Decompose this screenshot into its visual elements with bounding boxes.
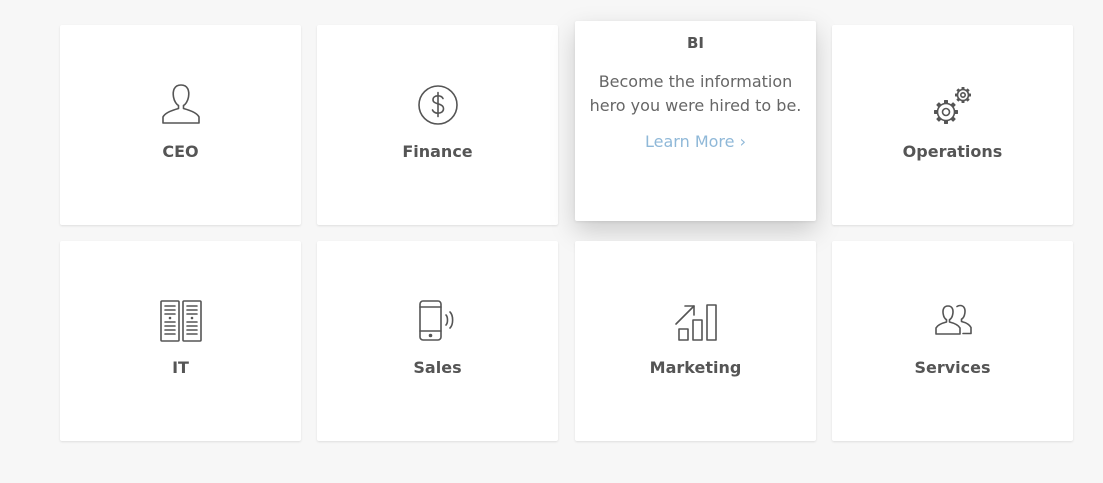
card-label: Marketing <box>649 358 742 377</box>
server-racks-icon <box>157 297 205 345</box>
card-label: Sales <box>413 358 462 377</box>
role-card-grid: CEO Finance BI Become the information he… <box>60 21 1074 441</box>
card-label: BI <box>686 34 704 52</box>
card-services[interactable]: Services <box>832 241 1073 441</box>
mobile-phone-icon <box>414 297 462 345</box>
card-label: Operations <box>902 142 1003 161</box>
card-finance[interactable]: Finance <box>317 25 558 225</box>
card-sales[interactable]: Sales <box>317 241 558 441</box>
learn-more-link[interactable]: Learn More › <box>575 132 816 151</box>
card-marketing[interactable]: Marketing <box>575 241 816 441</box>
people-icon <box>929 297 977 345</box>
dollar-circle-icon <box>414 81 462 129</box>
card-label: IT <box>172 358 189 377</box>
card-it[interactable]: IT <box>60 241 301 441</box>
person-icon <box>157 81 205 129</box>
card-label: CEO <box>162 142 199 161</box>
card-operations[interactable]: Operations <box>832 25 1073 225</box>
growth-chart-icon <box>672 297 720 345</box>
card-label: Finance <box>402 142 473 161</box>
card-ceo[interactable]: CEO <box>60 25 301 225</box>
card-description: Become the information hero you were hir… <box>589 72 802 115</box>
gears-icon <box>929 81 977 129</box>
card-bi[interactable]: BI Become the information hero you were … <box>575 21 816 221</box>
card-label: Services <box>914 358 991 377</box>
